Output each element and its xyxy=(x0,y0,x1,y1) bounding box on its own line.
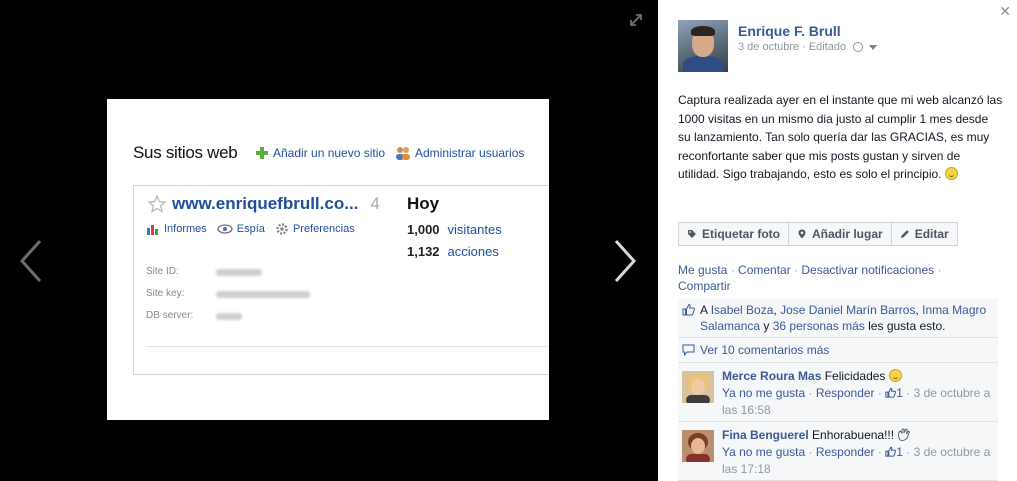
comment-bubble-icon xyxy=(682,344,695,356)
photo-actions: Etiquetar foto Añadir lugar Editar xyxy=(678,222,958,246)
photo-side-panel: ✕ Enrique F. Brull 3 de octubre · Editad… xyxy=(658,0,1017,481)
waving-hand-icon xyxy=(898,428,911,441)
globe-icon xyxy=(853,42,864,52)
stat-actions: 1,132 acciones xyxy=(407,244,499,259)
view-more-comments: Ver 10 comentarios más xyxy=(678,338,998,363)
share-link[interactable]: Compartir xyxy=(678,279,731,293)
expand-icon[interactable] xyxy=(629,13,643,27)
close-icon[interactable]: ✕ xyxy=(999,3,1011,20)
site-tools: Informes Espía Preferencias xyxy=(146,222,355,236)
thumbs-up-icon xyxy=(885,446,897,457)
tag-icon xyxy=(688,230,696,238)
comment-text: Enhorabuena!!! xyxy=(812,428,895,442)
author-name[interactable]: Enrique F. Brull xyxy=(738,23,841,39)
thumbs-up-icon xyxy=(682,303,695,316)
unlike-link[interactable]: Ya no me gusta xyxy=(722,445,805,459)
eye-icon xyxy=(217,224,233,234)
photo-title: Sus sitios web xyxy=(133,143,238,162)
edit-button[interactable]: Editar xyxy=(891,222,958,246)
manage-users-link: Administrar usuarios xyxy=(395,146,524,160)
comment-like-count[interactable]: 1 xyxy=(885,386,903,400)
star-icon xyxy=(148,195,166,213)
site-card: www.enriquefbrull.co... 4 Informes Espía … xyxy=(133,185,549,375)
comment-item: Fina Benguerel Enhorabuena!!! Ya no me g… xyxy=(678,422,998,481)
add-site-link: Añadir un nuevo sitio xyxy=(255,146,385,160)
add-place-button[interactable]: Añadir lugar xyxy=(789,222,892,246)
location-pin-icon xyxy=(798,229,806,239)
like-link[interactable]: Me gusta xyxy=(678,263,727,277)
comment-text: Felicidades xyxy=(824,369,886,383)
liker-link[interactable]: Isabel Boza xyxy=(711,303,774,317)
smiley-icon xyxy=(888,369,902,382)
comment-item: Merce Roura Mas Felicidades Ya no me gus… xyxy=(678,363,998,422)
other-likers-link[interactable]: 36 personas más xyxy=(773,319,865,333)
avatar[interactable] xyxy=(682,371,714,403)
site-id-label: Site ID: xyxy=(146,266,262,277)
ufi-action-links: Me gusta · Comentar · Desactivar notific… xyxy=(678,263,942,293)
commenter-name[interactable]: Merce Roura Mas xyxy=(722,369,821,383)
unlike-link[interactable]: Ya no me gusta xyxy=(722,386,805,400)
liker-link[interactable]: Jose Daniel Marín Barros xyxy=(780,303,915,317)
today-label: Hoy xyxy=(407,194,440,213)
stat-visitors: 1,000 visitantes xyxy=(407,222,502,237)
reply-link[interactable]: Responder xyxy=(816,386,875,400)
post-text: Captura realizada ayer en el instante qu… xyxy=(678,93,1003,181)
chevron-right-icon[interactable] xyxy=(612,238,638,284)
photo-image: Sus sitios web Añadir un nuevo sitio Adm… xyxy=(107,99,549,420)
users-icon xyxy=(396,147,410,160)
smiley-icon xyxy=(944,167,958,180)
comment-like-count[interactable]: 1 xyxy=(885,445,903,459)
tool-espia: Espía xyxy=(217,222,265,236)
disable-notifications-link[interactable]: Desactivar notificaciones xyxy=(801,263,934,277)
avatar[interactable] xyxy=(678,20,728,72)
view-more-comments-link[interactable]: Ver 10 comentarios más xyxy=(700,343,829,357)
divider xyxy=(146,346,549,347)
plus-icon xyxy=(256,147,268,159)
comment-link[interactable]: Comentar xyxy=(738,263,791,277)
pencil-icon xyxy=(900,230,909,238)
blurred-value xyxy=(216,313,242,320)
tag-photo-button[interactable]: Etiquetar foto xyxy=(678,222,789,246)
blurred-value xyxy=(216,291,310,298)
post-date[interactable]: 3 de octubre xyxy=(738,41,799,53)
ufi-box: A Isabel Boza, Jose Daniel Marín Barros,… xyxy=(678,298,998,481)
chevron-down-icon[interactable] xyxy=(869,44,878,50)
bar-chart-icon xyxy=(147,225,158,235)
tool-preferencias: Preferencias xyxy=(275,222,355,236)
commenter-name[interactable]: Fina Benguerel xyxy=(722,428,809,442)
reply-link[interactable]: Responder xyxy=(816,445,875,459)
blurred-value xyxy=(216,269,262,276)
post-meta: 3 de octubre · Editado xyxy=(738,41,878,53)
chevron-left-icon[interactable] xyxy=(18,238,44,284)
avatar[interactable] xyxy=(682,430,714,462)
db-server-label: DB server: xyxy=(146,310,242,321)
thumbs-up-icon xyxy=(885,387,897,398)
likes-sentence: A Isabel Boza, Jose Daniel Marín Barros,… xyxy=(678,298,998,338)
tool-informes: Informes xyxy=(146,222,207,236)
site-name: www.enriquefbrull.co... 4 xyxy=(148,194,380,214)
site-key-label: Site key: xyxy=(146,288,310,299)
photo-stage: Sus sitios web Añadir un nuevo sitio Adm… xyxy=(0,0,658,481)
edited-label[interactable]: Editado xyxy=(809,41,846,53)
gear-icon xyxy=(276,223,288,235)
